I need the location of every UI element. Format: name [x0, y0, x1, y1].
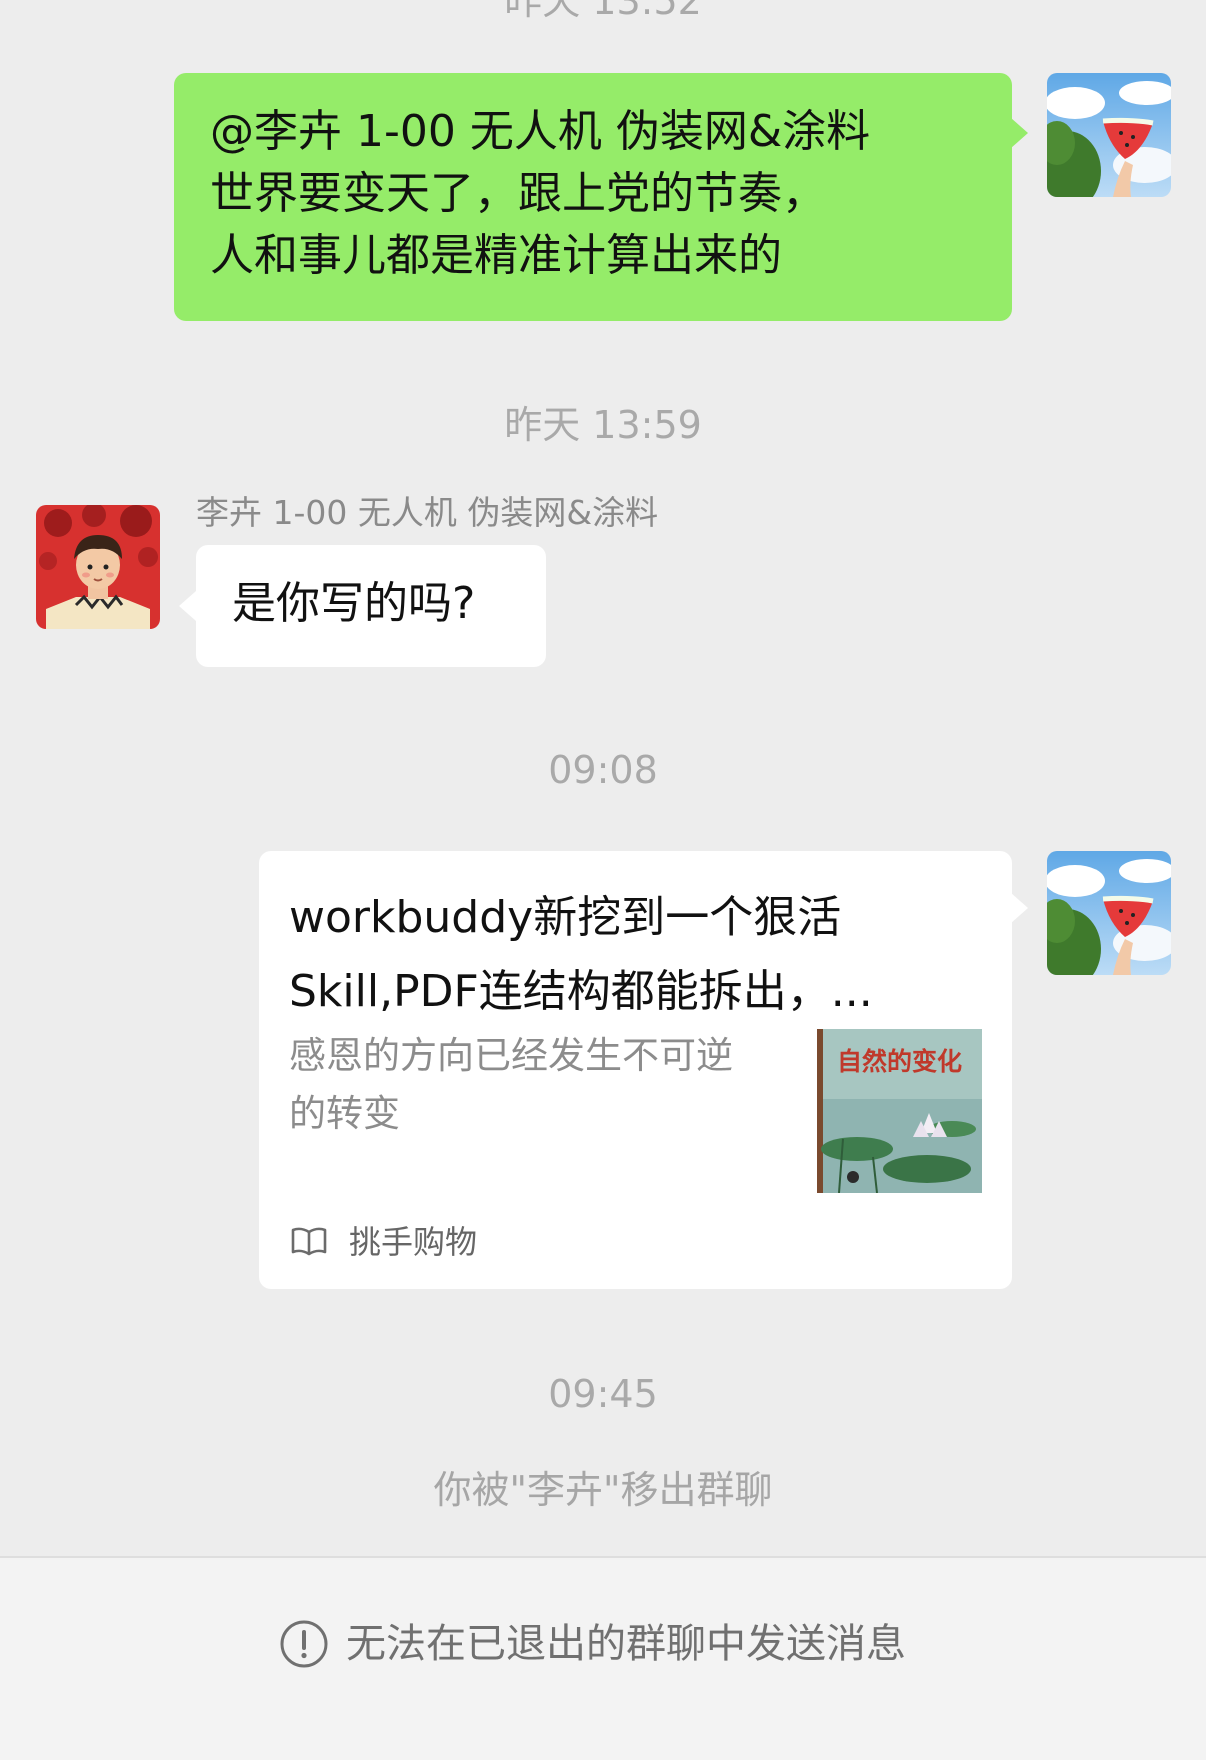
open-book-icon — [289, 1221, 329, 1261]
bubble-tail — [1011, 893, 1028, 923]
thumbnail-title-text: 自然的变化 — [837, 1047, 963, 1076]
outgoing-message-bubble[interactable]: @李卉 1-00 无人机 伪装网&涂料 世界要变天了，跟上党的节奏， 人和事儿都… — [174, 73, 1012, 321]
sender-name: 李卉 1-00 无人机 伪装网&涂料 — [196, 493, 659, 532]
timestamp: 09:45 — [548, 1372, 658, 1416]
shared-article-card[interactable]: workbuddy新挖到一个狠活 Skill,PDF连结构都能拆出，... 感恩… — [259, 851, 1012, 1289]
sender-avatar[interactable] — [36, 505, 160, 629]
incoming-message-bubble[interactable]: 是你写的吗? — [196, 545, 546, 667]
bubble-tail — [1011, 118, 1028, 148]
card-title: workbuddy新挖到一个狠活 Skill,PDF连结构都能拆出，... — [289, 892, 873, 1017]
my-avatar[interactable] — [1047, 73, 1171, 197]
bubble-tail — [179, 591, 196, 621]
message-text: 是你写的吗? — [232, 578, 476, 629]
cartoon-boy-avatar-image — [36, 505, 160, 629]
cannot-send-message-text: 无法在已退出的群聊中发送消息 — [346, 1621, 906, 1667]
input-disabled-bar: 无法在已退出的群聊中发送消息 — [0, 1556, 1206, 1760]
watermelon-sky-avatar-image — [1047, 851, 1171, 975]
message-text: @李卉 1-00 无人机 伪装网&涂料 世界要变天了，跟上党的节奏， 人和事儿都… — [210, 106, 871, 281]
timestamp: 09:08 — [548, 748, 658, 792]
my-avatar[interactable] — [1047, 851, 1171, 975]
watermelon-sky-avatar-image — [1047, 73, 1171, 197]
timestamp: 昨天 13:59 — [504, 403, 702, 447]
warning-circle-icon — [278, 1618, 330, 1670]
card-source-label: 挑手购物 — [349, 1223, 478, 1261]
timestamp-top-partial: 昨天 13:52 — [504, 0, 702, 23]
system-notice-removed-from-group: 你被"李卉"移出群聊 — [433, 1468, 773, 1512]
card-thumbnail: 自然的变化 — [817, 1029, 982, 1193]
card-description: 感恩的方向已经发生不可逆 的转变 — [289, 1034, 733, 1135]
